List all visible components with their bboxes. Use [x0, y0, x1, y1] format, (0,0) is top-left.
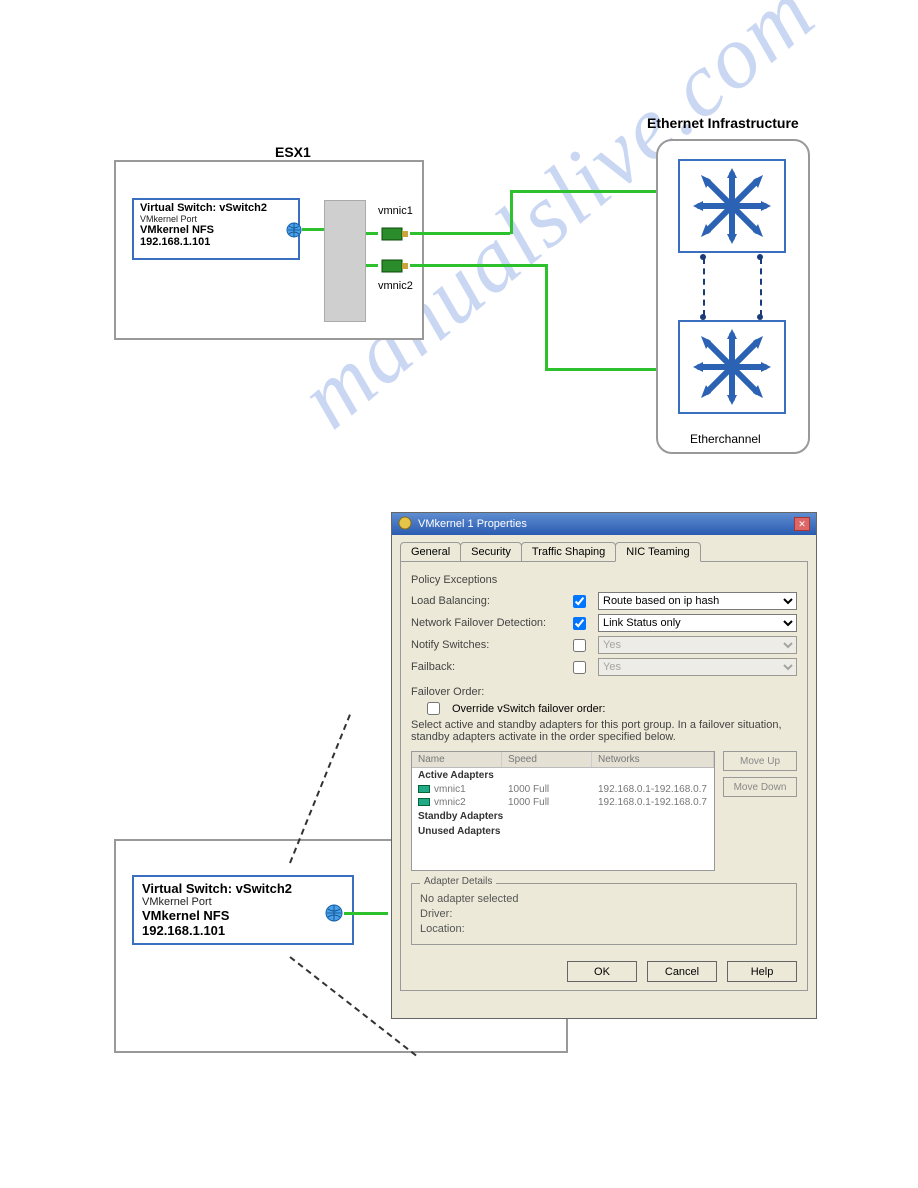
vswitch-title: Virtual Switch: vSwitch2	[142, 881, 344, 896]
dialog-title: VMkernel 1 Properties	[418, 518, 527, 530]
vswitch-name: VMkernel NFS	[140, 224, 292, 236]
nic-icon	[418, 798, 430, 806]
vmkernel-properties-dialog: VMkernel 1 Properties ✕ General Security…	[391, 512, 817, 1019]
col-speed: Speed	[502, 752, 592, 767]
tab-general[interactable]: General	[400, 542, 461, 562]
cable	[510, 190, 678, 193]
etherchannel-label: Etherchannel	[690, 432, 761, 446]
override-failover-order-checkbox[interactable]	[427, 702, 440, 715]
adapter-name: vmnic2	[434, 797, 466, 808]
col-name: Name	[412, 752, 502, 767]
adapter-list[interactable]: Name Speed Networks Active Adapters vmni…	[411, 751, 715, 871]
esx1-label: ESX1	[275, 144, 311, 160]
vmnic1-label: vmnic1	[378, 205, 413, 217]
policy-exceptions-label: Policy Exceptions	[411, 574, 797, 586]
vswitch-name: VMkernel NFS	[142, 908, 344, 923]
cable	[344, 912, 388, 915]
cable	[302, 228, 324, 231]
failback-select: Yes	[598, 658, 797, 676]
vswitch-port-label: VMkernel Port	[140, 214, 292, 224]
dialog-footer: OK Cancel Help	[567, 961, 797, 982]
dialog-close-button[interactable]: ✕	[794, 517, 810, 531]
nic-icon	[418, 785, 430, 793]
adapter-details-group: Adapter Details No adapter selected Driv…	[411, 883, 797, 945]
vswitch-port-label: VMkernel Port	[142, 896, 344, 908]
adapter-driver-label: Driver:	[420, 908, 788, 920]
vswitch-uplink-bar	[324, 200, 366, 322]
standby-adapters-section: Standby Adapters	[412, 809, 714, 824]
vswitch-ip: 192.168.1.101	[140, 236, 292, 248]
ok-button[interactable]: OK	[567, 961, 637, 982]
tab-traffic-shaping[interactable]: Traffic Shaping	[521, 542, 616, 562]
adapter-speed: 1000 Full	[502, 783, 592, 796]
cable	[366, 232, 378, 235]
notify-switches-select: Yes	[598, 636, 797, 654]
vswitch-ip: 192.168.1.101	[142, 923, 344, 938]
tab-security[interactable]: Security	[460, 542, 522, 562]
etherchannel-link	[760, 258, 762, 316]
tab-body: Policy Exceptions Load Balancing: Route …	[400, 561, 808, 991]
help-button[interactable]: Help	[727, 961, 797, 982]
adapter-list-header: Name Speed Networks	[412, 752, 714, 768]
adapter-location-label: Location:	[420, 923, 788, 935]
no-adapter-selected: No adapter selected	[420, 893, 788, 905]
link-end	[700, 254, 706, 260]
eth-switch-2	[678, 320, 786, 414]
active-adapters-section: Active Adapters	[412, 768, 714, 783]
network-failover-label: Network Failover Detection:	[411, 617, 561, 629]
adapter-networks: 192.168.0.1-192.168.0.7	[592, 796, 714, 809]
vswitch-box-bottom: Virtual Switch: vSwitch2 VMkernel Port V…	[132, 875, 354, 945]
adapter-row[interactable]: vmnic1 1000 Full 192.168.0.1-192.168.0.7	[412, 783, 714, 796]
ethernet-infra-label: Ethernet Infrastructure	[647, 115, 799, 131]
dialog-tabs: General Security Traffic Shaping NIC Tea…	[392, 535, 816, 561]
unused-adapters-section: Unused Adapters	[412, 824, 714, 839]
vswitch-box-top: Virtual Switch: vSwitch2 VMkernel Port V…	[132, 198, 300, 260]
cable	[510, 190, 513, 234]
adapter-row[interactable]: vmnic2 1000 Full 192.168.0.1-192.168.0.7	[412, 796, 714, 809]
vmnic2-label: vmnic2	[378, 280, 413, 292]
tab-nic-teaming[interactable]: NIC Teaming	[615, 542, 700, 562]
notify-switches-override-checkbox[interactable]	[573, 639, 586, 652]
cable	[410, 264, 545, 267]
vmkernel-port-icon	[286, 222, 304, 245]
cable	[545, 264, 548, 370]
move-up-button[interactable]: Move Up	[723, 751, 797, 771]
eth-switch-1	[678, 159, 786, 253]
cancel-button[interactable]: Cancel	[647, 961, 717, 982]
notify-switches-label: Notify Switches:	[411, 639, 561, 651]
link-end	[700, 314, 706, 320]
network-failover-override-checkbox[interactable]	[573, 617, 586, 630]
adapter-speed: 1000 Full	[502, 796, 592, 809]
cable	[366, 264, 378, 267]
adapter-networks: 192.168.0.1-192.168.0.7	[592, 783, 714, 796]
vmkernel-port-icon	[325, 904, 345, 929]
link-end	[757, 314, 763, 320]
cable	[410, 232, 510, 235]
nic-icon	[378, 256, 412, 276]
failback-label: Failback:	[411, 661, 561, 673]
etherchannel-link	[703, 258, 705, 316]
col-networks: Networks	[592, 752, 714, 767]
failback-override-checkbox[interactable]	[573, 661, 586, 674]
move-down-button[interactable]: Move Down	[723, 777, 797, 797]
dialog-titlebar: VMkernel 1 Properties ✕	[392, 513, 816, 535]
failover-desc: Select active and standby adapters for t…	[411, 719, 797, 743]
network-failover-select[interactable]: Link Status only	[598, 614, 797, 632]
override-failover-order-label: Override vSwitch failover order:	[452, 703, 605, 715]
nic-icon	[378, 224, 412, 244]
load-balancing-label: Load Balancing:	[411, 595, 561, 607]
vswitch-title: Virtual Switch: vSwitch2	[140, 202, 292, 214]
link-end	[757, 254, 763, 260]
adapter-name: vmnic1	[434, 784, 466, 795]
load-balancing-override-checkbox[interactable]	[573, 595, 586, 608]
failover-order-label: Failover Order:	[411, 686, 797, 698]
load-balancing-select[interactable]: Route based on ip hash	[598, 592, 797, 610]
adapter-details-legend: Adapter Details	[420, 876, 496, 887]
dialog-app-icon	[398, 516, 412, 533]
